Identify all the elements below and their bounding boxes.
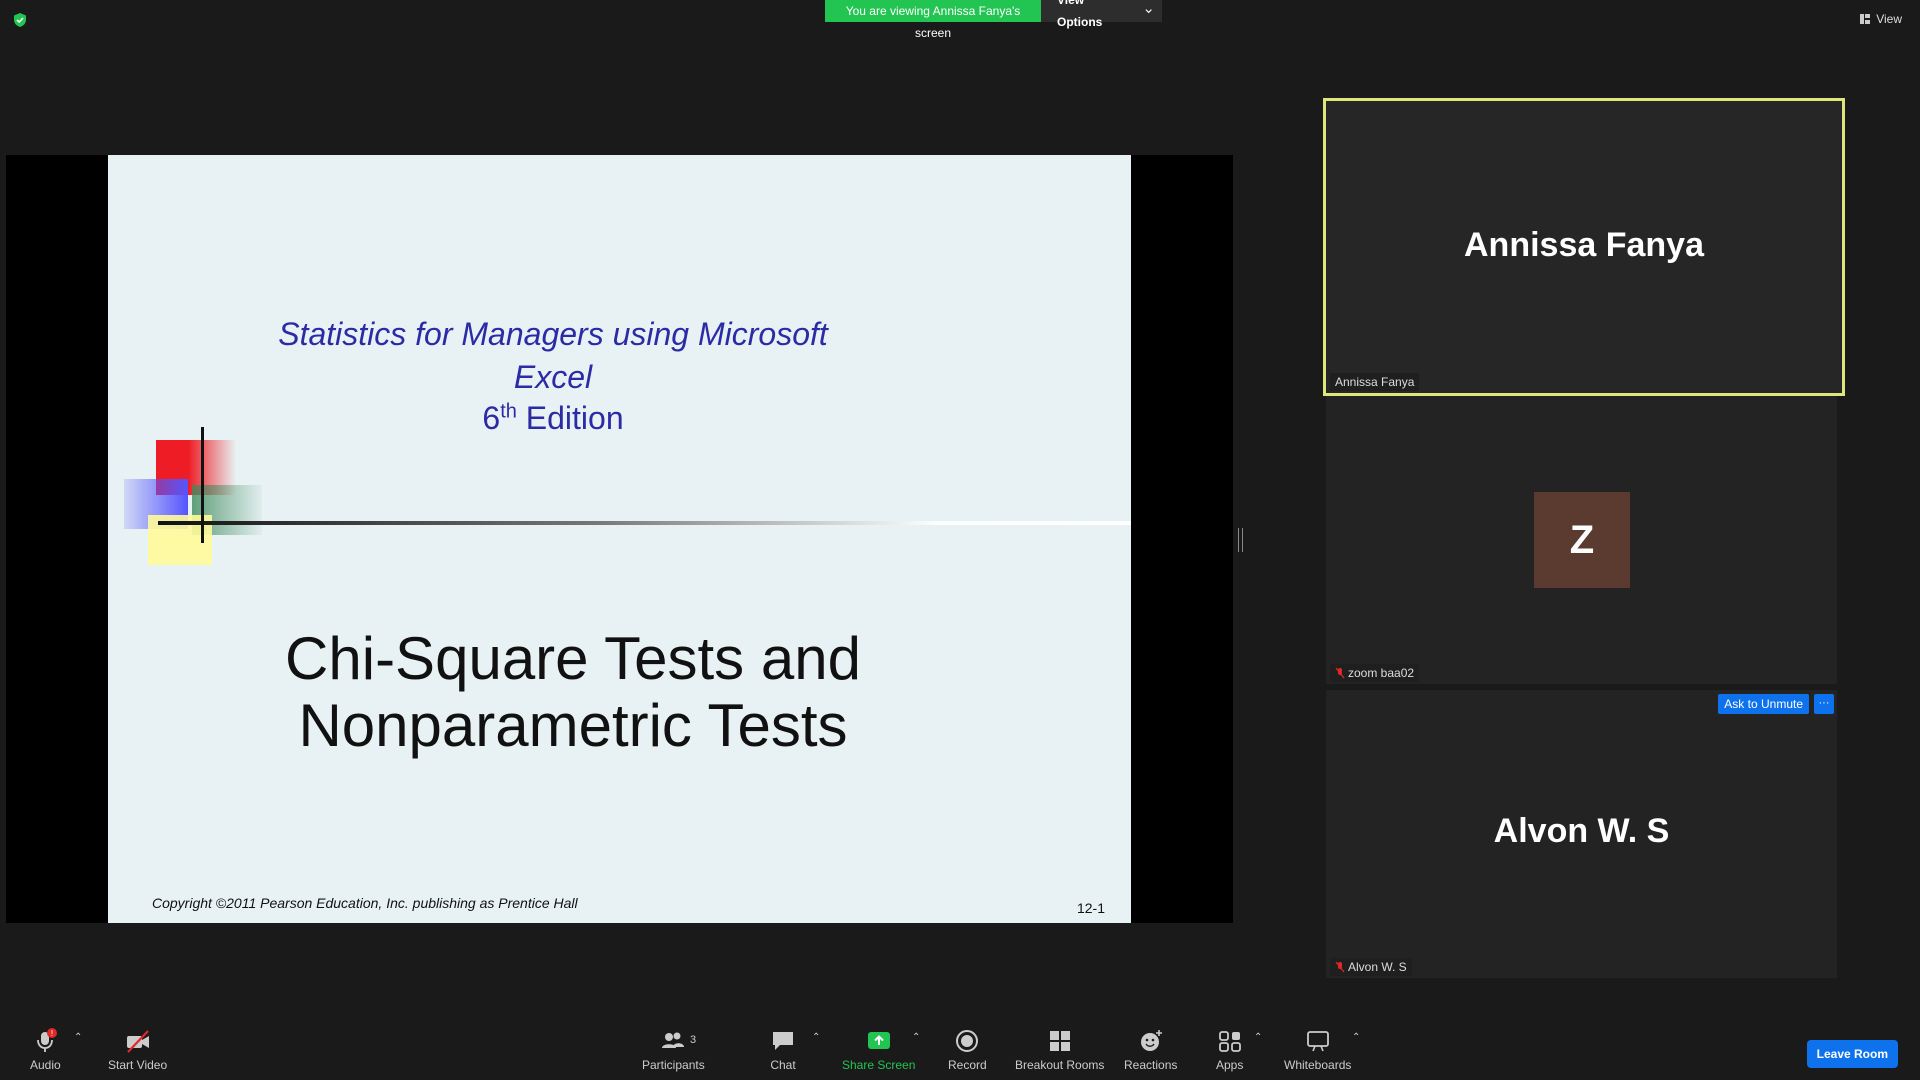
participant-display-name: Alvon W. S bbox=[1493, 812, 1670, 850]
shared-screen: Statistics for Managers using Microsoft … bbox=[6, 155, 1233, 923]
decor-vertical-line bbox=[201, 427, 204, 543]
record-button[interactable]: Record bbox=[948, 1028, 987, 1072]
muted-mic-icon bbox=[1335, 667, 1345, 679]
video-off-icon bbox=[126, 1030, 149, 1053]
reactions-button[interactable]: Reactions bbox=[1124, 1028, 1177, 1072]
reactions-label: Reactions bbox=[1124, 1058, 1178, 1072]
audio-options-caret[interactable]: ⌃ bbox=[74, 1032, 82, 1043]
participant-name-label: zoom baa02 bbox=[1330, 664, 1420, 682]
leave-room-button[interactable]: Leave Room bbox=[1806, 1040, 1898, 1068]
chevron-down-icon bbox=[1145, 9, 1152, 14]
reactions-icon bbox=[1140, 1030, 1162, 1051]
record-icon bbox=[956, 1030, 979, 1052]
microphone-icon: ! bbox=[37, 1028, 58, 1052]
share-screen-label: Share Screen bbox=[842, 1058, 916, 1072]
audio-button[interactable]: ! Audio bbox=[30, 1028, 61, 1072]
more-options-button[interactable]: ··· bbox=[1814, 694, 1834, 714]
whiteboard-icon bbox=[1306, 1031, 1329, 1052]
share-options-caret[interactable]: ⌃ bbox=[912, 1032, 920, 1043]
apps-button[interactable]: Apps bbox=[1216, 1028, 1243, 1072]
viewing-screen-text: You are viewing Annissa Fanya's screen bbox=[825, 0, 1041, 40]
participant-tile[interactable]: Ask to Unmute ··· Alvon W. S Alvon W. S bbox=[1326, 690, 1837, 978]
chat-options-caret[interactable]: ⌃ bbox=[812, 1032, 820, 1043]
participant-name-label: Alvon W. S bbox=[1330, 958, 1412, 976]
chat-button[interactable]: Chat bbox=[770, 1028, 796, 1072]
share-screen-icon bbox=[867, 1032, 890, 1049]
start-video-label: Start Video bbox=[108, 1058, 168, 1072]
slide-page-number: 12-1 bbox=[1076, 900, 1105, 916]
muted-mic-icon bbox=[1335, 961, 1345, 973]
breakout-rooms-button[interactable]: Breakout Rooms bbox=[1015, 1028, 1104, 1072]
participant-name-label: Annissa Fanya bbox=[1330, 373, 1420, 391]
whiteboards-options-caret[interactable]: ⌃ bbox=[1352, 1032, 1360, 1043]
breakout-rooms-icon bbox=[1049, 1031, 1070, 1051]
avatar: Z bbox=[1534, 492, 1630, 588]
participants-icon bbox=[662, 1032, 685, 1048]
panel-resize-handle[interactable] bbox=[1238, 528, 1243, 552]
apps-icon bbox=[1218, 1031, 1241, 1052]
slide-copyright: Copyright ©2011 Pearson Education, Inc. … bbox=[152, 895, 578, 911]
chat-icon bbox=[773, 1032, 793, 1050]
shield-icon[interactable] bbox=[12, 12, 28, 28]
whiteboards-label: Whiteboards bbox=[1284, 1058, 1352, 1072]
screen-share-banner: You are viewing Annissa Fanya's screen V… bbox=[825, 0, 1162, 40]
slide-subtitle: Statistics for Managers using Microsoft … bbox=[278, 316, 828, 395]
presentation-slide: Statistics for Managers using Microsoft … bbox=[108, 155, 1131, 923]
chat-label: Chat bbox=[770, 1058, 796, 1072]
view-label: View bbox=[1876, 12, 1902, 26]
ask-to-unmute-button[interactable]: Ask to Unmute bbox=[1718, 694, 1809, 714]
participant-tile[interactable]: Z zoom baa02 bbox=[1326, 396, 1837, 684]
share-screen-button[interactable]: Share Screen bbox=[842, 1028, 915, 1072]
participants-label: Participants bbox=[642, 1058, 705, 1072]
slide-edition: 6th Edition bbox=[482, 400, 624, 436]
grid-view-icon bbox=[1860, 14, 1871, 24]
view-options-button[interactable]: View Options bbox=[1041, 0, 1162, 29]
record-label: Record bbox=[948, 1058, 987, 1072]
svg-text:!: ! bbox=[51, 1029, 53, 1038]
view-options-label: View Options bbox=[1057, 0, 1103, 29]
apps-label: Apps bbox=[1216, 1058, 1244, 1072]
breakout-rooms-label: Breakout Rooms bbox=[1015, 1058, 1105, 1072]
audio-label: Audio bbox=[30, 1058, 61, 1072]
apps-options-caret[interactable]: ⌃ bbox=[1254, 1032, 1262, 1043]
participant-tile-active-speaker[interactable]: Annissa Fanya Annissa Fanya bbox=[1323, 98, 1845, 396]
meeting-toolbar: ! Audio ⌃ Start Video Participants 3 Cha… bbox=[0, 1020, 1920, 1080]
whiteboards-button[interactable]: Whiteboards bbox=[1284, 1028, 1351, 1072]
start-video-button[interactable]: Start Video bbox=[108, 1028, 167, 1072]
view-layout-button[interactable]: View bbox=[1859, 12, 1902, 26]
participant-display-name: Annissa Fanya bbox=[1464, 226, 1704, 264]
decor-horizontal-line bbox=[158, 521, 1131, 525]
participants-count: 3 bbox=[690, 1034, 697, 1046]
slide-title: Chi-Square Tests and Nonparametric Tests bbox=[285, 625, 861, 759]
